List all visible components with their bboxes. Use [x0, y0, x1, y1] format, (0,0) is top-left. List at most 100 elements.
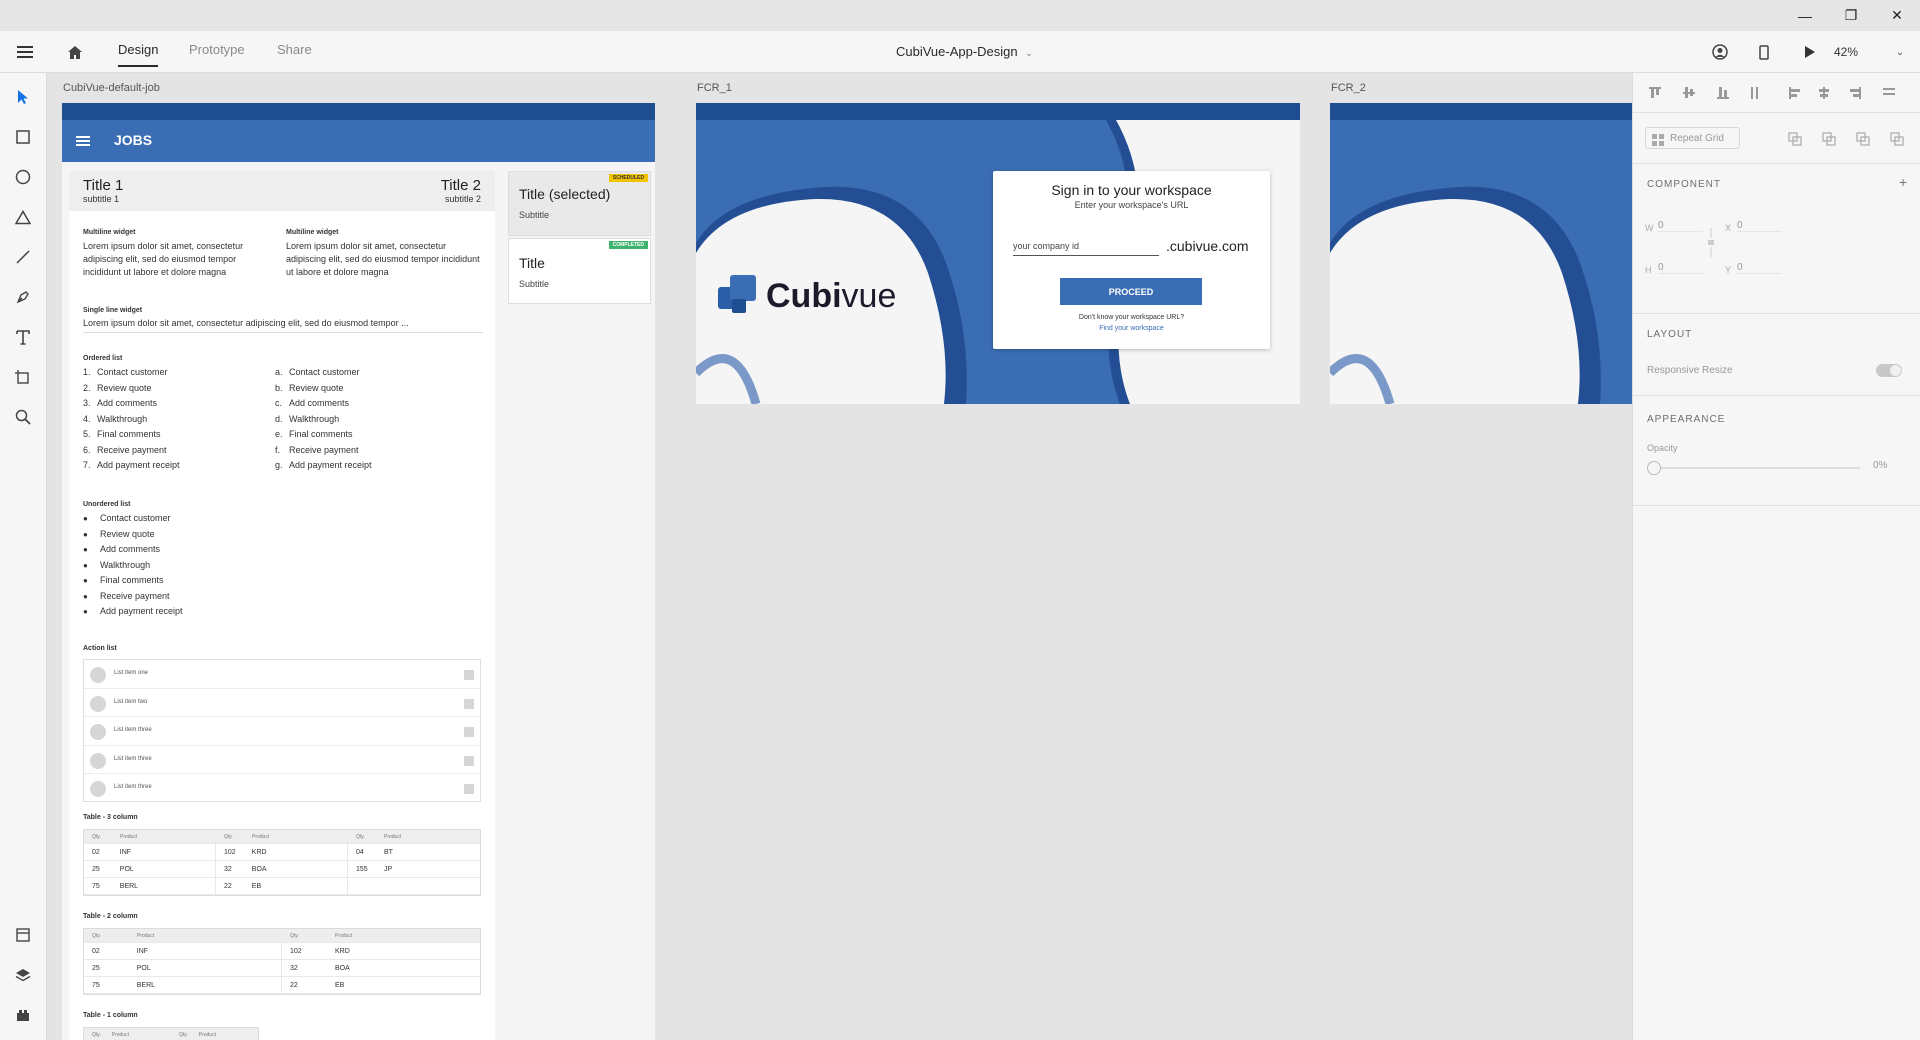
job-card[interactable]: COMPLETED Title Subtitle: [508, 238, 651, 304]
find-workspace-link[interactable]: Find your workspace: [993, 325, 1270, 332]
window-titlebar: — ❐ ✕: [0, 0, 1920, 31]
artboard-fcr2[interactable]: [1330, 103, 1632, 404]
h-input[interactable]: 0: [1658, 262, 1703, 274]
artboard-tool-icon[interactable]: [11, 365, 35, 389]
table-cell-group: 25 POL: [84, 861, 216, 877]
table-col-qty: Qty.: [290, 932, 299, 939]
action-item-text: List item two: [114, 698, 148, 705]
minimize-button[interactable]: —: [1782, 0, 1828, 31]
close-button[interactable]: ✕: [1874, 0, 1920, 31]
action-checkbox[interactable]: [464, 784, 474, 795]
table-cell-qty: 102: [290, 947, 302, 955]
artboard-label-fcr2[interactable]: FCR_2: [1331, 82, 1366, 94]
table-cell-group: 02 INF: [84, 844, 216, 860]
rectangle-tool-icon[interactable]: [11, 125, 35, 149]
boolean-ops-icons[interactable]: [1788, 131, 1908, 152]
action-checkbox[interactable]: [464, 698, 474, 709]
table-cell-product: POL: [136, 964, 151, 972]
hamburger-menu-icon[interactable]: [12, 31, 38, 73]
mobile-preview-icon[interactable]: [1752, 31, 1776, 73]
action-checkbox[interactable]: [464, 670, 474, 680]
action-checkbox[interactable]: [464, 755, 474, 766]
table-cell-product: KRD: [335, 947, 350, 955]
list-letter: c.: [275, 398, 283, 408]
company-id-input[interactable]: your company id: [1013, 241, 1159, 256]
logo-text-bold: Cubi: [766, 277, 842, 315]
tab-prototype[interactable]: Prototype: [189, 42, 245, 65]
divider: [1633, 505, 1920, 506]
home-icon[interactable]: [62, 31, 88, 73]
title-bar: Title 1 subtitle 1 Title 2 subtitle 2: [69, 171, 495, 211]
menu-icon[interactable]: [76, 134, 90, 152]
logo-text-light: vue: [841, 277, 897, 315]
pen-tool-icon[interactable]: [11, 285, 35, 309]
responsive-resize-toggle[interactable]: [1876, 364, 1902, 377]
proceed-button[interactable]: PROCEED: [1060, 278, 1202, 305]
action-list-item[interactable]: List item three: [84, 717, 480, 746]
job-card-selected[interactable]: SCHEDULED Title (selected) Subtitle: [508, 171, 651, 236]
add-component-icon[interactable]: +: [1899, 174, 1907, 190]
ellipse-tool-icon[interactable]: [11, 165, 35, 189]
chevron-down-icon: ⌄: [1025, 48, 1033, 58]
action-list-item[interactable]: List item two: [84, 689, 480, 718]
tab-design[interactable]: Design: [118, 42, 159, 67]
table-row: 75 BERL 22 EB: [84, 977, 480, 994]
table-cell-product: BOA: [335, 964, 350, 972]
cubivue-logo-icon: [718, 275, 758, 320]
table-1-column: Qty. Product Qty. Product: [83, 1027, 259, 1040]
select-tool-icon[interactable]: [11, 85, 35, 109]
table-cell-group: 32 BOA: [282, 960, 480, 976]
toggle-knob: [1890, 365, 1901, 376]
artboard-label-job[interactable]: CubiVue-default-job: [63, 82, 160, 94]
table-cell-group: 22 EB: [282, 977, 480, 993]
list-item: 2. Review quote: [83, 383, 273, 399]
list-number: 1.: [83, 367, 91, 377]
design-canvas[interactable]: CubiVue-default-job JOBS Title 1 subtitl…: [47, 73, 1632, 1040]
lock-icon[interactable]: [1707, 228, 1715, 263]
table1-col-product-2: Product: [198, 1031, 216, 1038]
text-tool-icon[interactable]: [11, 325, 35, 349]
w-input[interactable]: 0: [1658, 220, 1703, 232]
opacity-value[interactable]: 0%: [1873, 460, 1887, 471]
table-header: Qty. Product Qty. Product Qty. Product: [84, 830, 480, 844]
unordered-list-label: Unordered list: [83, 501, 131, 508]
artboard-default-job[interactable]: JOBS Title 1 subtitle 1 Title 2 subtitle…: [62, 103, 655, 1040]
action-list-item[interactable]: List item three: [84, 774, 480, 803]
play-icon[interactable]: [1798, 31, 1822, 73]
user-icon[interactable]: [1708, 31, 1732, 73]
zoom-chevron-down-icon[interactable]: ⌄: [1890, 31, 1910, 73]
table-cell-product: EB: [335, 981, 345, 989]
artboard-label-fcr1[interactable]: FCR_1: [697, 82, 732, 94]
action-checkbox[interactable]: [464, 727, 474, 738]
opacity-slider-track[interactable]: [1655, 467, 1860, 469]
restore-button[interactable]: ❐: [1828, 0, 1874, 31]
multiline-text-1: Lorem ipsum dolor sit amet, consectetur …: [83, 241, 244, 277]
zoom-level[interactable]: 42%: [1834, 31, 1884, 73]
zoom-tool-icon[interactable]: [11, 405, 35, 429]
assets-panel-icon[interactable]: [11, 923, 35, 947]
polygon-tool-icon[interactable]: [11, 205, 35, 229]
bullet-icon: ●: [83, 607, 88, 616]
app-header: JOBS: [62, 120, 655, 162]
line-tool-icon[interactable]: [11, 245, 35, 269]
layers-icon[interactable]: [11, 963, 35, 987]
list-number: 6.: [83, 444, 91, 455]
tab-share[interactable]: Share: [277, 42, 312, 65]
action-list-item[interactable]: List item three: [84, 746, 480, 775]
list-item-text: Walkthrough: [289, 413, 340, 424]
opacity-slider-handle[interactable]: [1647, 461, 1661, 475]
list-number: 7.: [83, 460, 91, 470]
artboard-fcr1[interactable]: Cubivue Sign in to your workspace Enter …: [696, 103, 1300, 404]
table-col-product: Product: [252, 833, 270, 840]
responsive-resize-label: Responsive Resize: [1647, 365, 1733, 376]
title-2: Title 2: [440, 177, 481, 194]
plugins-icon[interactable]: [11, 1003, 35, 1027]
x-input[interactable]: 0: [1737, 220, 1782, 232]
repeat-grid-button[interactable]: Repeat Grid: [1645, 127, 1740, 149]
document-title[interactable]: CubiVue-App-Design ⌄: [896, 44, 1033, 59]
list-item: ● Walkthrough: [83, 560, 383, 576]
action-list-item[interactable]: List item one: [84, 660, 480, 689]
y-input[interactable]: 0: [1737, 262, 1782, 274]
list-item: 7. Add payment receipt: [83, 460, 273, 476]
badge-completed: COMPLETED: [608, 241, 648, 249]
